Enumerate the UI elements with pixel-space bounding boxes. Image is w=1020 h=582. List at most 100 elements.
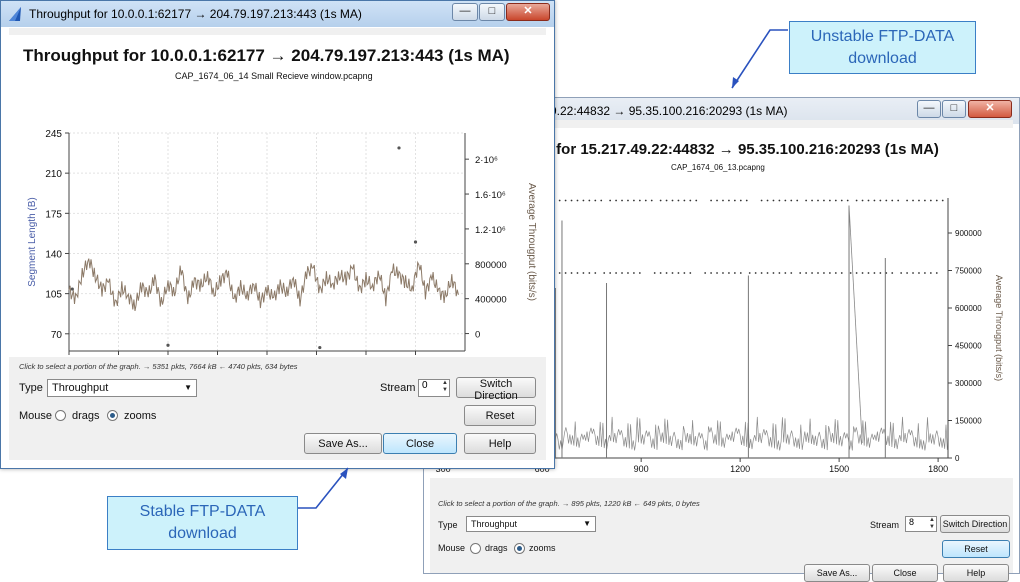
data-point <box>790 199 793 202</box>
data-point <box>600 199 603 202</box>
y2-tick-label: 1.6·10⁶ <box>475 190 506 201</box>
window-title: 9.22:44832 → 95.35.100.216:20293 (1s MA) <box>550 104 788 118</box>
data-point <box>811 272 813 274</box>
close-window-button[interactable]: ✕ <box>506 3 550 21</box>
data-point <box>615 272 617 274</box>
y2-tick-label: 750000 <box>955 267 982 276</box>
data-point <box>760 272 763 274</box>
data-point <box>609 199 612 202</box>
data-point <box>778 272 781 274</box>
data-point <box>840 272 843 274</box>
data-point <box>790 272 793 274</box>
type-select-value: Throughput <box>471 519 518 529</box>
reset-button[interactable]: Reset <box>942 540 1010 558</box>
data-point <box>867 199 870 202</box>
mouse-label: Mouse <box>438 543 466 553</box>
data-point <box>558 272 561 274</box>
spinner-arrows-icon[interactable]: ▲ ▼ <box>442 380 448 394</box>
y2-tick-label: 450000 <box>955 342 982 351</box>
y-tick-label: 105 <box>45 290 62 301</box>
data-point <box>695 199 698 202</box>
minimize-button[interactable]: — <box>917 100 941 118</box>
zooms-label: zooms <box>529 543 556 553</box>
data-point <box>855 199 858 202</box>
throughput-chart[interactable]: 0153045607590105701051401752102450400000… <box>9 35 547 357</box>
data-point <box>935 272 938 274</box>
stream-value: 8 <box>909 517 915 527</box>
data-point <box>861 272 864 274</box>
data-point <box>576 199 579 202</box>
data-point <box>733 199 736 202</box>
minimize-button[interactable]: — <box>452 3 478 21</box>
data-point <box>558 199 561 202</box>
chevron-down-icon: ▼ <box>583 519 591 528</box>
maximize-button[interactable]: □ <box>479 3 505 21</box>
close-button[interactable]: Close <box>872 564 938 582</box>
switch-direction-button[interactable]: Switch Direction <box>456 377 536 402</box>
data-point <box>772 272 775 274</box>
graph-area[interactable]: Throughput for 10.0.0.1:62177 → 204.79.1… <box>9 35 547 357</box>
data-point <box>671 199 674 202</box>
y-tick-label: 140 <box>45 249 62 260</box>
data-point <box>924 199 926 202</box>
type-label: Type <box>438 520 458 530</box>
zooms-radio[interactable] <box>514 543 525 554</box>
data-point <box>784 272 787 274</box>
stream-spinner[interactable]: 0 ▲ ▼ <box>418 379 450 397</box>
spinner-arrows-icon[interactable]: ▲ ▼ <box>929 517 935 531</box>
data-point <box>918 199 920 202</box>
save-as-button[interactable]: Save As... <box>304 433 382 454</box>
data-point <box>828 272 831 274</box>
zooms-label: zooms <box>124 410 157 422</box>
zooms-radio[interactable] <box>107 410 118 421</box>
data-point <box>805 199 808 202</box>
data-point <box>828 199 831 202</box>
data-point <box>644 199 647 202</box>
drags-label: drags <box>485 543 508 553</box>
y2-tick-label: 1.2·10⁶ <box>475 225 506 236</box>
help-button[interactable]: Help <box>943 564 1009 582</box>
data-point <box>891 199 894 202</box>
y-tick-label: 175 <box>45 209 62 220</box>
data-point <box>906 272 908 274</box>
y2-tick-label: 2·10⁶ <box>475 155 498 166</box>
data-point <box>885 199 888 202</box>
data-point <box>867 272 870 274</box>
type-select[interactable]: Throughput ▼ <box>466 516 596 532</box>
data-point <box>570 272 573 274</box>
close-button[interactable]: Close <box>383 433 457 454</box>
data-point <box>665 272 668 274</box>
data-point <box>638 199 641 202</box>
data-point <box>722 272 724 274</box>
y2-tick-label: 800000 <box>475 260 507 271</box>
type-select[interactable]: Throughput ▼ <box>47 379 197 397</box>
data-point <box>683 199 686 202</box>
data-point <box>811 199 813 202</box>
reset-button[interactable]: Reset <box>464 405 536 426</box>
data-point <box>653 272 656 274</box>
switch-direction-button[interactable]: Switch Direction <box>940 515 1010 533</box>
x-axis-label: Time (s) <box>693 477 726 478</box>
data-point <box>912 199 914 202</box>
unstable-callout-arrow <box>731 29 788 89</box>
data-point <box>879 272 882 274</box>
data-point <box>778 199 781 202</box>
data-point <box>760 199 763 202</box>
stream-spinner[interactable]: 8 ▲ ▼ <box>905 516 937 532</box>
close-window-button[interactable]: ✕ <box>968 100 1012 118</box>
data-point <box>722 199 724 202</box>
y2-axis-label: Average Througput (bits/s) <box>994 275 1004 381</box>
data-point <box>891 272 894 274</box>
save-as-button[interactable]: Save As... <box>804 564 870 582</box>
drags-radio[interactable] <box>55 410 66 421</box>
drags-radio[interactable] <box>470 543 481 554</box>
throughput-decay-line <box>848 205 863 444</box>
stable-callout-arrow <box>298 467 349 509</box>
data-point <box>766 272 769 274</box>
data-point <box>633 272 635 274</box>
stream-label: Stream <box>380 382 416 394</box>
x-tick-label: 900 <box>634 464 649 474</box>
help-button[interactable]: Help <box>464 433 536 454</box>
maximize-button[interactable]: □ <box>942 100 966 118</box>
data-point <box>817 199 819 202</box>
